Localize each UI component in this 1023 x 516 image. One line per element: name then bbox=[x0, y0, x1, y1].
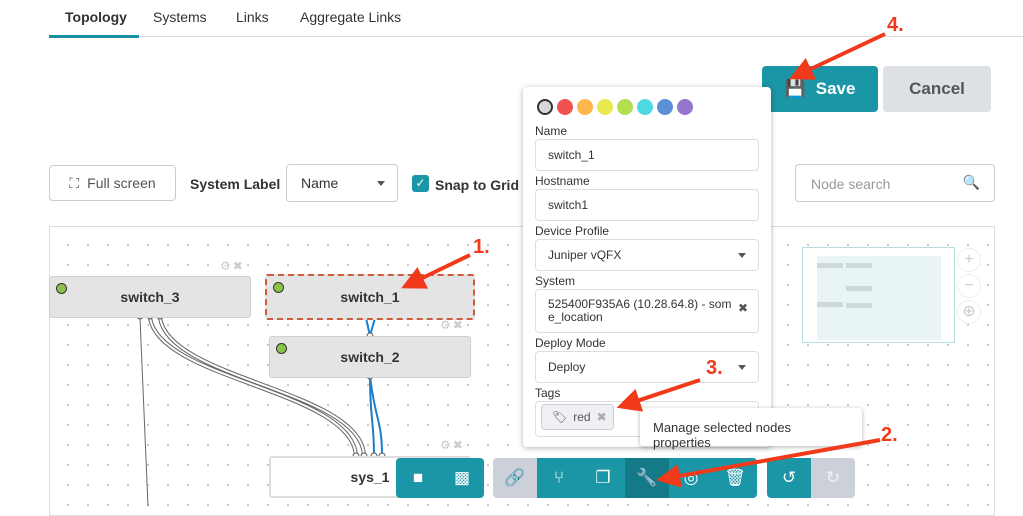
arrow-4 bbox=[789, 32, 886, 80]
annotation-arrows bbox=[401, 32, 886, 488]
annotation-1: 1. bbox=[473, 236, 490, 258]
arrow-3 bbox=[616, 378, 701, 412]
annotation-2: 2. bbox=[881, 424, 898, 446]
annotation-3: 3. bbox=[706, 357, 723, 379]
annotation-4: 4. bbox=[887, 14, 904, 36]
arrow-1 bbox=[401, 253, 471, 289]
arrow-2 bbox=[656, 438, 881, 488]
